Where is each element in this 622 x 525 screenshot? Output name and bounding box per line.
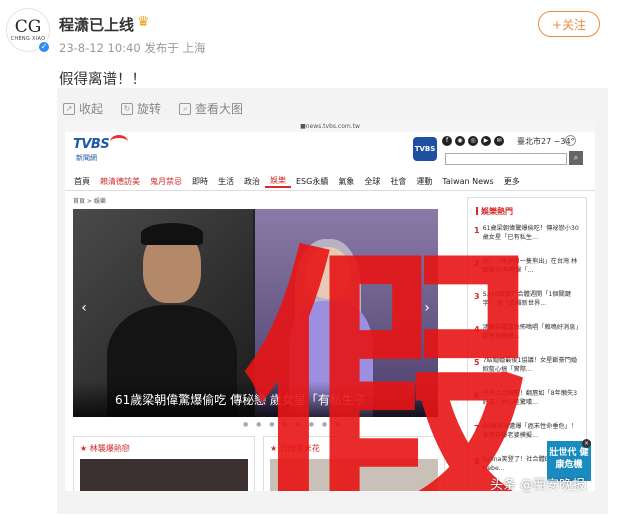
site-search-input <box>445 153 567 165</box>
username[interactable]: 程潇已上线 <box>59 14 134 35</box>
fake-stamp-overlay: 假 <box>240 221 540 492</box>
breadcrumb: 首頁 > 娛樂 <box>73 198 106 205</box>
rotate-button[interactable]: ↻ 旋转 <box>121 100 161 117</box>
nav-item: 運動 <box>416 176 433 186</box>
nav-item: 生活 <box>218 176 234 186</box>
url-bar: ■news.tvbs.com.tw <box>65 121 595 132</box>
nav-divider <box>65 190 595 191</box>
rotate-icon: ↻ <box>121 102 134 115</box>
line-icon: ◎ <box>468 136 478 146</box>
nav-item: 氣象 <box>338 176 355 186</box>
nav-item: 首頁 <box>74 176 90 186</box>
chevron-left-icon: ‹ <box>81 300 87 316</box>
nav-item: 社會 <box>390 176 407 186</box>
card-image <box>80 459 248 491</box>
nav-item: Taiwan News <box>442 176 494 186</box>
instagram-icon: ◉ <box>455 136 465 146</box>
mail-icon: ✉ <box>494 136 504 146</box>
nav-item: 賴清德訪美 <box>100 176 140 186</box>
weather-icon <box>565 135 576 146</box>
nav-item: 全球 <box>364 176 381 186</box>
avatar-monogram: CG <box>14 17 42 37</box>
nav-item: 政治 <box>244 176 260 186</box>
app-icon: TVBS <box>413 137 437 161</box>
collapse-icon: ↗ <box>63 102 75 115</box>
sidebar-title: 娛樂熱門 <box>476 206 513 217</box>
post-meta: 23-8-12 10:40 发布于 上海 <box>59 41 206 55</box>
media-toolbar: ↗ 收起 ↻ 旋转 ⌕ 查看大图 <box>63 100 243 117</box>
article-card: ★ 林襲爆熱戀 <box>73 436 255 491</box>
tvbs-logo-sub: 新聞網 <box>76 154 97 162</box>
post-image[interactable]: ■news.tvbs.com.tw TVBS 新聞網 TVBS f ◉ ◎ ▶ … <box>65 121 595 491</box>
crown-badge-icon: ♛ <box>137 14 150 30</box>
social-icons: f ◉ ◎ ▶ ✉ <box>442 136 504 146</box>
post-text: 假得离谱！！ <box>59 72 146 88</box>
view-large-button[interactable]: ⌕ 查看大图 <box>179 100 243 117</box>
collapse-button[interactable]: ↗ 收起 <box>63 100 103 117</box>
search-icon: ⌕ <box>569 151 583 165</box>
zoom-icon: ⌕ <box>179 102 192 115</box>
photo-hair <box>141 223 203 245</box>
nav-item: 鬼月禁忌 <box>150 176 182 186</box>
site-nav: 首頁 賴清德訪美 鬼月禁忌 即時 生活 政治 娛樂 ESG永續 氣象 全球 社會 運動 Taiwan N… <box>69 173 591 189</box>
nav-item: 即時 <box>192 176 208 186</box>
watermark: 头条 @西安晚报 <box>490 478 586 493</box>
logo-arc-icon <box>110 135 128 149</box>
follow-button[interactable]: +关注 <box>538 11 600 37</box>
nav-item: 更多 <box>503 176 520 186</box>
nav-item: 娛樂 <box>265 175 291 188</box>
nav-item: ESG永續 <box>296 176 329 186</box>
close-icon: × <box>582 439 591 448</box>
youtube-icon: ▶ <box>481 136 491 146</box>
facebook-icon: f <box>442 136 452 146</box>
tvbs-logo: TVBS <box>73 137 110 152</box>
verified-icon: ✓ <box>37 40 51 54</box>
card-title: ★ 林襲爆熱戀 <box>80 444 130 453</box>
